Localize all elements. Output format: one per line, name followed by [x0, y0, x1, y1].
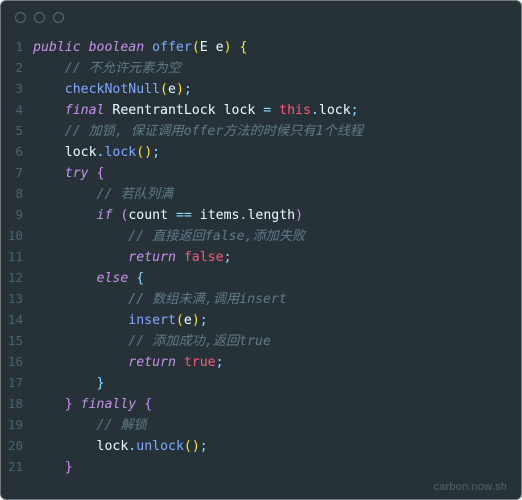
code-content: if (count == items.length)	[33, 206, 505, 226]
zoom-dot[interactable]	[53, 12, 64, 23]
code-line: 12 else {	[1, 268, 505, 289]
line-number: 17	[1, 373, 33, 393]
code-line: 15 // 添加成功,返回true	[1, 331, 505, 352]
code-content: return false;	[33, 248, 505, 268]
code-content: final ReentrantLock lock = this.lock;	[33, 101, 505, 121]
code-content: } finally {	[33, 395, 505, 415]
code-content: lock.unlock();	[33, 437, 505, 457]
code-content: try {	[33, 164, 505, 184]
code-line: 1public boolean offer(E e) {	[1, 37, 505, 58]
line-number: 9	[1, 205, 33, 225]
code-line: 5 // 加锁, 保证调用offer方法的时候只有1个线程	[1, 121, 505, 142]
line-number: 12	[1, 268, 33, 288]
code-line: 19 // 解锁	[1, 415, 505, 436]
code-area: 1public boolean offer(E e) {2 // 不允许元素为空…	[1, 35, 521, 477]
code-content: // 数组未满,调用insert	[33, 290, 505, 310]
line-number: 18	[1, 394, 33, 414]
code-content: insert(e);	[33, 311, 505, 331]
line-number: 3	[1, 79, 33, 99]
close-dot[interactable]	[15, 12, 26, 23]
code-line: 17 }	[1, 373, 505, 394]
code-content: lock.lock();	[33, 143, 505, 163]
line-number: 15	[1, 331, 33, 351]
code-line: 7 try {	[1, 163, 505, 184]
titlebar	[1, 1, 521, 33]
line-number: 8	[1, 184, 33, 204]
code-content: // 不允许元素为空	[33, 59, 505, 79]
code-line: 21 }	[1, 457, 505, 477]
line-number: 21	[1, 457, 33, 477]
line-number: 19	[1, 415, 33, 435]
code-line: 8 // 若队列满	[1, 184, 505, 205]
code-line: 3 checkNotNull(e);	[1, 79, 505, 100]
line-number: 7	[1, 163, 33, 183]
code-line: 14 insert(e);	[1, 310, 505, 331]
code-content: // 若队列满	[33, 185, 505, 205]
code-content: }	[33, 458, 505, 477]
code-line: 13 // 数组未满,调用insert	[1, 289, 505, 310]
code-line: 18 } finally {	[1, 394, 505, 415]
line-number: 1	[1, 37, 33, 57]
code-line: 4 final ReentrantLock lock = this.lock;	[1, 100, 505, 121]
watermark: carbon.now.sh	[433, 481, 507, 493]
line-number: 10	[1, 226, 33, 246]
code-content: // 加锁, 保证调用offer方法的时候只有1个线程	[33, 122, 505, 142]
minimize-dot[interactable]	[34, 12, 45, 23]
code-line: 6 lock.lock();	[1, 142, 505, 163]
line-number: 11	[1, 247, 33, 267]
line-number: 13	[1, 289, 33, 309]
code-content: }	[33, 374, 505, 394]
code-window: 1public boolean offer(E e) {2 // 不允许元素为空…	[0, 0, 522, 500]
line-number: 20	[1, 436, 33, 456]
line-number: 6	[1, 142, 33, 162]
code-content: // 解锁	[33, 416, 505, 436]
code-line: 16 return true;	[1, 352, 505, 373]
code-line: 2 // 不允许元素为空	[1, 58, 505, 79]
code-content: checkNotNull(e);	[33, 80, 505, 100]
line-number: 16	[1, 352, 33, 372]
line-number: 14	[1, 310, 33, 330]
code-content: else {	[33, 269, 505, 289]
line-number: 4	[1, 100, 33, 120]
code-content: // 添加成功,返回true	[33, 332, 505, 352]
code-line: 10 // 直接返回false,添加失败	[1, 226, 505, 247]
code-content: public boolean offer(E e) {	[33, 38, 505, 58]
line-number: 5	[1, 121, 33, 141]
code-line: 11 return false;	[1, 247, 505, 268]
code-line: 20 lock.unlock();	[1, 436, 505, 457]
code-content: // 直接返回false,添加失败	[33, 227, 505, 247]
code-line: 9 if (count == items.length)	[1, 205, 505, 226]
code-content: return true;	[33, 353, 505, 373]
line-number: 2	[1, 58, 33, 78]
